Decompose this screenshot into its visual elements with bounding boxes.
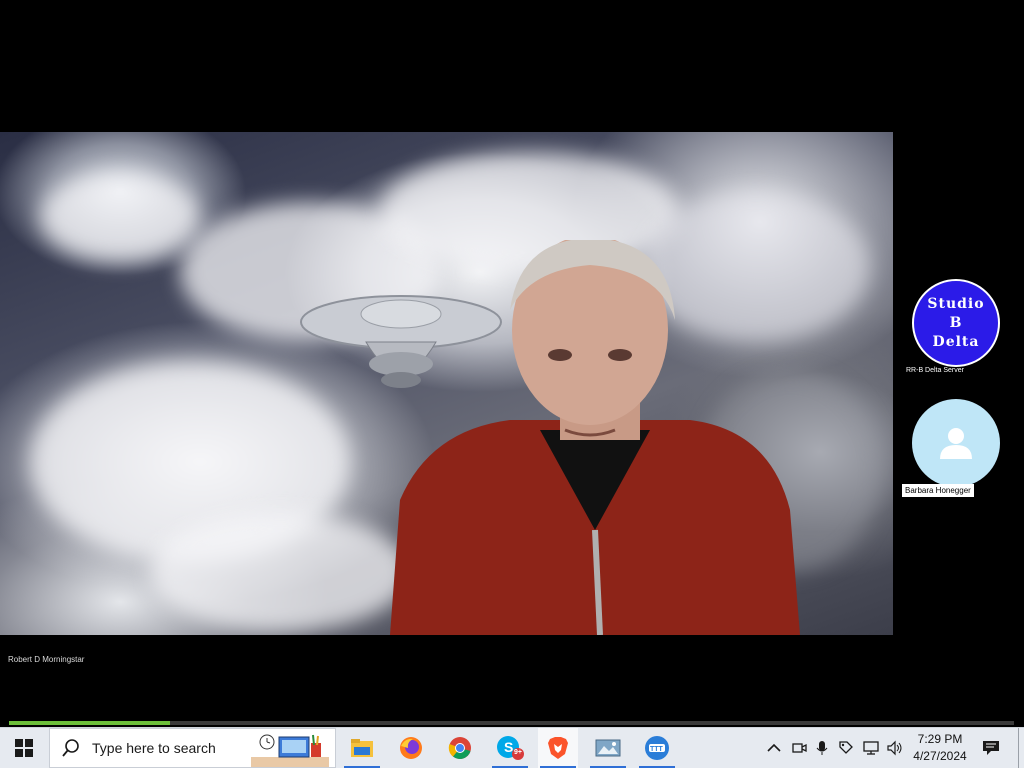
progress-fill (9, 721, 170, 725)
skype-icon: S (497, 736, 524, 760)
avatar-text-line: Delta (932, 333, 980, 350)
participant-video-person (390, 240, 800, 635)
taskbar-search-box[interactable]: Type here to search (49, 728, 336, 768)
svg-text:TTT: TTT (650, 746, 664, 753)
search-highlight-illustration (251, 734, 329, 767)
chrome-icon (448, 737, 471, 759)
clock-time: 7:29 PM (917, 732, 963, 746)
chevron-up-icon (767, 743, 781, 752)
tray-tag[interactable] (836, 728, 856, 768)
tray-show-hidden[interactable] (764, 728, 784, 768)
avatar-text-line: B (949, 314, 963, 331)
taskbar-meeting-app[interactable]: TTT (637, 728, 677, 768)
search-icon (62, 739, 79, 757)
tray-meet-now[interactable] (788, 728, 810, 768)
show-desktop-divider[interactable] (1018, 728, 1019, 768)
taskbar-file-explorer[interactable] (342, 728, 382, 768)
main-participant-name: Robert D Morningstar (8, 655, 85, 664)
meeting-window: Robert D Morningstar Studio B Delta RR-B… (0, 0, 1024, 727)
taskbar-brave[interactable] (538, 728, 578, 768)
playback-progress-bar[interactable] (9, 721, 1014, 725)
notifications-icon (983, 741, 999, 755)
start-button[interactable] (0, 728, 48, 768)
participant-tile-barbara[interactable] (912, 399, 1000, 487)
avatar-text-line: Studio (927, 295, 985, 312)
taskbar-chrome[interactable] (440, 728, 480, 768)
windows-logo-icon (15, 739, 33, 757)
taskbar: Type here to search S 9+ TTT 7:29 PM 4/2… (0, 727, 1024, 768)
taskbar-skype[interactable]: S 9+ (490, 728, 530, 768)
participant-tile-studio-b-delta[interactable]: Studio B Delta (912, 279, 1000, 367)
brave-icon (548, 737, 568, 759)
skype-badge: 9+ (514, 749, 522, 756)
taskbar-clock[interactable]: 7:29 PM 4/27/2024 (910, 731, 970, 765)
main-video-feed[interactable] (0, 132, 893, 635)
participant-name-label: RR-B Delta Server (906, 367, 964, 374)
firefox-icon (400, 737, 422, 759)
tag-icon (839, 741, 853, 754)
microphone-icon (816, 741, 828, 755)
clock-date: 4/27/2024 (913, 749, 967, 763)
tray-network[interactable] (860, 728, 882, 768)
action-center-button[interactable] (978, 728, 1004, 768)
tray-volume[interactable] (884, 728, 906, 768)
taskbar-firefox[interactable] (391, 728, 431, 768)
participant-name-label: Barbara Honegger (902, 484, 974, 497)
volume-icon (887, 740, 902, 756)
meeting-app-icon: TTT (645, 736, 669, 760)
camera-icon (792, 743, 807, 753)
network-icon (863, 741, 879, 755)
file-explorer-icon (351, 739, 373, 757)
search-placeholder: Type here to search (92, 740, 216, 756)
tray-microphone[interactable] (812, 728, 832, 768)
user-avatar-icon (940, 428, 972, 459)
svg-text:S: S (504, 739, 513, 755)
taskbar-photos[interactable] (588, 728, 628, 768)
photos-icon (595, 739, 621, 757)
